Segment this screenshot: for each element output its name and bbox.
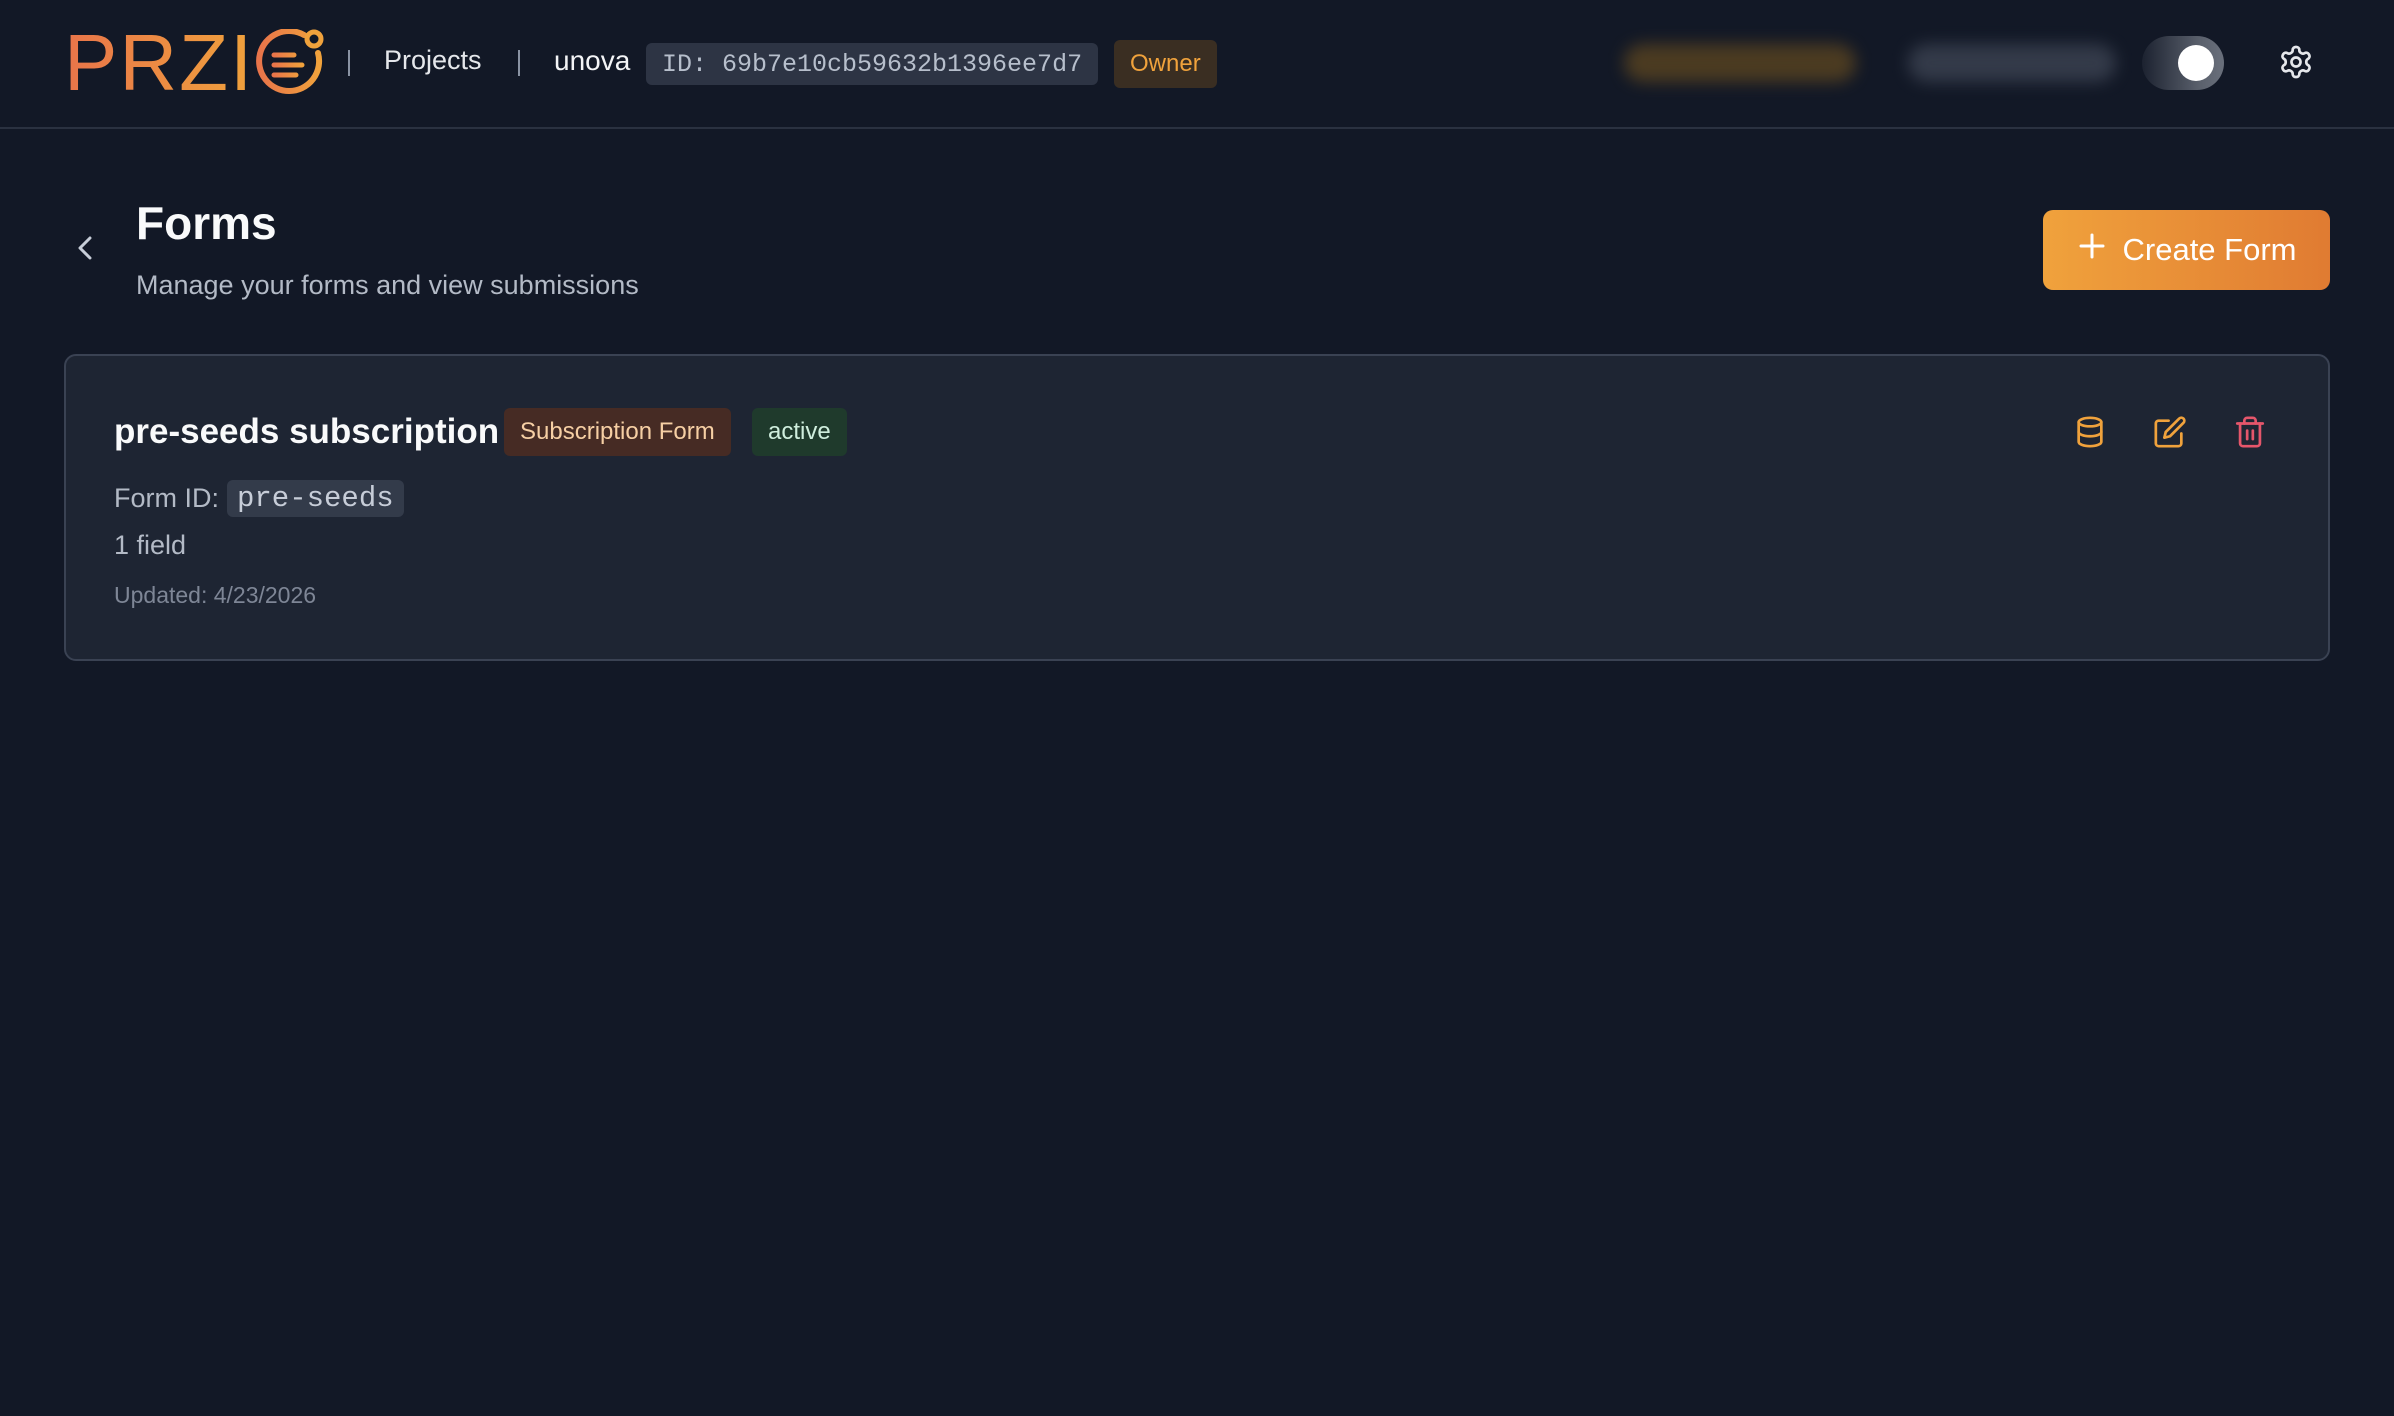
delete-form-button[interactable] [2224,408,2276,460]
project-id-chip: ID: 69b7e10cb59632b1396ee7d7 [646,43,1099,85]
form-title: pre-seeds subscription [114,412,500,451]
header-divider [518,50,520,76]
settings-button[interactable] [2274,42,2318,86]
page-subtitle: Manage your forms and view submissions [136,270,639,300]
plus-icon [2077,231,2107,269]
project-name: unova [554,45,631,76]
form-field-count: 1 field [114,530,187,560]
form-id-label: Form ID: [114,483,219,513]
logo-form-icon [256,28,326,97]
create-form-label: Create Form [2122,232,2297,267]
view-submissions-button[interactable] [2064,408,2116,460]
form-type-badge: Subscription Form [504,408,731,456]
page-title: Forms [136,197,277,249]
trash-icon [2233,415,2267,454]
blurred-header-item [1624,44,1856,82]
form-updated-date: Updated: 4/23/2026 [114,582,317,608]
role-badge: Owner [1114,40,1217,88]
theme-toggle[interactable] [2142,36,2224,90]
edit-icon [2153,415,2187,454]
form-id-value: pre-seeds [227,480,404,517]
form-status-badge: active [752,408,847,456]
top-bar: PRZI Projects unova ID: 69b7e10cb59632b1… [0,0,2394,129]
header-divider [348,50,350,76]
nav-projects-link[interactable]: Projects [384,45,482,76]
blurred-header-item [1908,44,2116,82]
toggle-knob [2178,45,2214,81]
form-card[interactable]: pre-seeds subscription Subscription Form… [64,354,2330,661]
database-icon [2073,415,2107,454]
przio-logo[interactable]: PRZI [64,18,326,107]
back-button[interactable] [70,230,100,270]
gear-icon [2278,44,2314,85]
logo-text: PRZI [64,18,255,107]
form-id-row: Form ID: pre-seeds [114,480,404,517]
edit-form-button[interactable] [2144,408,2196,460]
create-form-button[interactable]: Create Form [2043,210,2330,290]
chevron-left-icon [73,231,97,270]
